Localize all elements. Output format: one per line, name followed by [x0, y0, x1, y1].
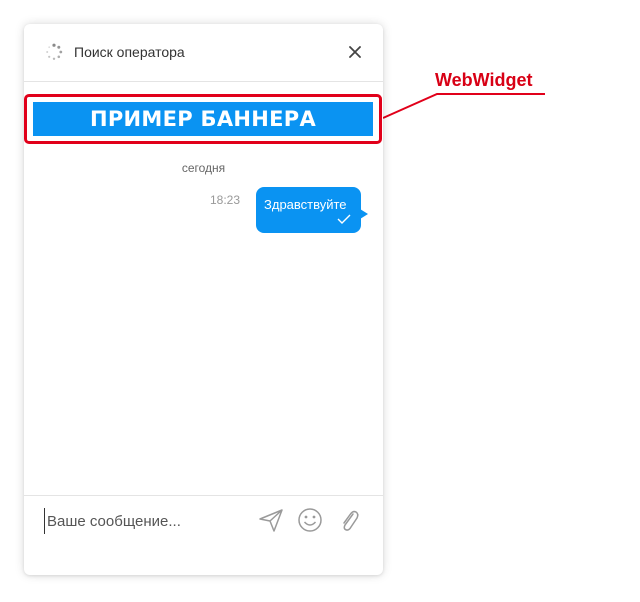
paperclip-icon[interactable] — [335, 506, 363, 534]
banner-highlight-frame: ПРИМЕР БАННЕРА — [24, 94, 382, 144]
callout-label: WebWidget — [435, 70, 533, 90]
promo-banner[interactable]: ПРИМЕР БАННЕРА — [33, 102, 373, 136]
emoji-icon[interactable] — [296, 506, 324, 534]
close-icon — [349, 46, 361, 58]
send-icon[interactable] — [257, 506, 285, 534]
close-button[interactable] — [344, 41, 366, 63]
chat-widget: Поиск оператора ПРИМЕР БАННЕРА сегодня 1… — [24, 24, 383, 575]
outgoing-message-bubble: Здравствуйте — [256, 187, 368, 233]
operator-search-status: Поиск оператора — [74, 44, 185, 60]
loading-spinner-icon — [46, 43, 63, 60]
bubble-tail — [360, 209, 368, 219]
message-input[interactable] — [44, 508, 257, 534]
composer — [24, 495, 383, 575]
chat-header: Поиск оператора — [24, 24, 383, 82]
check-icon — [337, 214, 351, 224]
message-time: 18:23 — [210, 193, 241, 207]
message-text: Здравствуйте — [264, 197, 347, 212]
date-separator: сегодня — [181, 161, 226, 175]
